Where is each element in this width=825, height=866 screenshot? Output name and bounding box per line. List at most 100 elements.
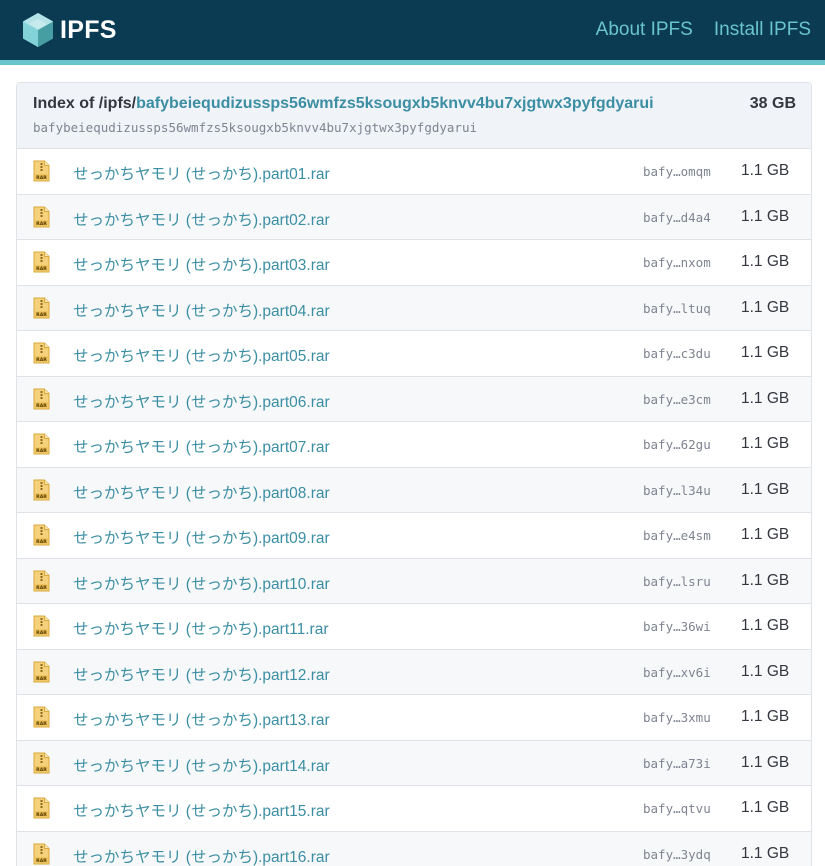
total-size: 38 GB [749, 95, 796, 112]
rar-file-icon: RAR [33, 797, 50, 819]
file-row: RAR せっかちヤモリ (せっかち).part03.rar bafy…nxom … [17, 240, 811, 286]
directory-listing: Index of /ipfs/bafybeiequdizussps56wmfzs… [16, 82, 812, 866]
file-cid-link[interactable]: bafy…e3cm [643, 392, 711, 407]
file-row: RAR せっかちヤモリ (せっかち).part07.rar bafy…62gu … [17, 422, 811, 468]
file-size: 1.1 GB [741, 799, 790, 816]
svg-text:RAR: RAR [36, 357, 47, 363]
file-cid-link[interactable]: bafy…nxom [643, 255, 711, 270]
file-name-link[interactable]: せっかちヤモリ (せっかち).part06.rar [73, 390, 330, 412]
file-cid-link[interactable]: bafy…3xmu [643, 710, 711, 725]
index-title: Index of /ipfs/bafybeiequdizussps56wmfzs… [33, 95, 654, 113]
rar-file-icon: RAR [33, 661, 50, 683]
file-name-link[interactable]: せっかちヤモリ (せっかち).part11.rar [73, 617, 329, 639]
file-cid-link[interactable]: bafy…lsru [643, 574, 711, 589]
file-size: 1.1 GB [741, 662, 790, 680]
top-bar: IPFS About IPFS Install IPFS [0, 0, 825, 60]
file-cid-link[interactable]: bafy…36wi [643, 619, 711, 634]
svg-text:RAR: RAR [36, 266, 47, 272]
rar-file-icon: RAR [33, 297, 50, 319]
svg-text:RAR: RAR [36, 493, 47, 499]
file-name-link[interactable]: せっかちヤモリ (せっかち).part03.rar [73, 253, 330, 275]
file-name-link[interactable]: せっかちヤモリ (せっかち).part01.rar [73, 162, 330, 184]
file-row: RAR せっかちヤモリ (せっかち).part15.rar bafy…qtvu … [17, 786, 811, 832]
file-cid-link[interactable]: bafy…l34u [643, 483, 711, 498]
file-name-link[interactable]: せっかちヤモリ (せっかち).part16.rar [73, 845, 330, 866]
file-size: 1.1 GB [741, 207, 790, 225]
file-size: 1.1 GB [741, 162, 790, 179]
ipfs-cube-icon [22, 12, 54, 48]
file-row: RAR せっかちヤモリ (せっかち).part09.rar bafy…e4sm … [17, 513, 811, 559]
nav-link-about-ipfs[interactable]: About IPFS [596, 19, 693, 41]
rar-file-icon: RAR [33, 615, 50, 637]
file-name-link[interactable]: せっかちヤモリ (せっかち).part10.rar [73, 572, 330, 594]
file-name-link[interactable]: せっかちヤモリ (せっかち).part08.rar [73, 481, 330, 503]
rar-file-icon: RAR [33, 388, 50, 410]
file-name-link[interactable]: せっかちヤモリ (せっかち).part09.rar [73, 526, 330, 548]
svg-text:RAR: RAR [36, 630, 47, 636]
file-cid-link[interactable]: bafy…qtvu [643, 801, 711, 816]
file-row: RAR せっかちヤモリ (せっかち).part10.rar bafy…lsru … [17, 558, 811, 604]
file-name-link[interactable]: せっかちヤモリ (せっかち).part13.rar [73, 708, 330, 730]
file-size: 1.1 GB [741, 389, 790, 407]
directory-cid-link[interactable]: bafybeiequdizussps56wmfzs5ksougxb5knvv4b… [136, 95, 654, 112]
rar-file-icon: RAR [33, 206, 50, 228]
file-size: 1.1 GB [741, 753, 790, 771]
svg-text:RAR: RAR [36, 675, 47, 681]
rar-file-icon: RAR [33, 706, 50, 728]
rar-file-icon: RAR [33, 524, 50, 546]
file-row: RAR せっかちヤモリ (せっかち).part16.rar bafy…3ydq … [17, 831, 811, 866]
index-prefix: Index of /ipfs/ [33, 95, 137, 112]
svg-text:RAR: RAR [36, 857, 47, 863]
svg-text:RAR: RAR [36, 539, 47, 545]
file-row: RAR せっかちヤモリ (せっかち).part12.rar bafy…xv6i … [17, 649, 811, 695]
top-bar-accent-stripe [0, 60, 825, 65]
file-cid-link[interactable]: bafy…c3du [643, 346, 711, 361]
file-row: RAR せっかちヤモリ (せっかち).part04.rar bafy…ltuq … [17, 285, 811, 331]
file-name-link[interactable]: せっかちヤモリ (せっかち).part15.rar [73, 799, 330, 821]
file-name-link[interactable]: せっかちヤモリ (せっかち).part07.rar [73, 435, 330, 457]
rar-file-icon: RAR [33, 843, 50, 865]
file-cid-link[interactable]: bafy…d4a4 [643, 210, 711, 225]
file-size: 1.1 GB [741, 480, 790, 498]
rar-file-icon: RAR [33, 251, 50, 273]
file-list: RAR せっかちヤモリ (せっかち).part01.rar bafy…omqm … [17, 149, 811, 866]
file-name-link[interactable]: せっかちヤモリ (せっかち).part14.rar [73, 754, 330, 776]
file-cid-link[interactable]: bafy…ltuq [643, 301, 711, 316]
rar-file-icon: RAR [33, 160, 50, 182]
svg-text:RAR: RAR [36, 766, 47, 772]
file-name-link[interactable]: せっかちヤモリ (せっかち).part05.rar [73, 344, 330, 366]
svg-text:RAR: RAR [36, 584, 47, 590]
rar-file-icon: RAR [33, 479, 50, 501]
file-row: RAR せっかちヤモリ (せっかち).part01.rar bafy…omqm … [17, 149, 811, 195]
file-row: RAR せっかちヤモリ (せっかち).part05.rar bafy…c3du … [17, 331, 811, 377]
file-name-link[interactable]: せっかちヤモリ (せっかち).part12.rar [73, 663, 330, 685]
file-size: 1.1 GB [741, 571, 790, 589]
directory-cid: bafybeiequdizussps56wmfzs5ksougxb5knvv4b… [33, 120, 478, 135]
ipfs-logo-link[interactable]: IPFS [22, 11, 117, 49]
svg-text:RAR: RAR [36, 721, 47, 727]
file-row: RAR せっかちヤモリ (せっかち).part08.rar bafy…l34u … [17, 467, 811, 513]
file-cid-link[interactable]: bafy…omqm [643, 164, 711, 179]
svg-text:RAR: RAR [36, 812, 47, 818]
file-row: RAR せっかちヤモリ (せっかち).part02.rar bafy…d4a4 … [17, 194, 811, 240]
file-row: RAR せっかちヤモリ (せっかち).part11.rar bafy…36wi … [17, 604, 811, 650]
file-size: 1.1 GB [741, 526, 790, 543]
rar-file-icon: RAR [33, 752, 50, 774]
svg-text:RAR: RAR [36, 311, 47, 317]
file-row: RAR せっかちヤモリ (せっかち).part13.rar bafy…3xmu … [17, 695, 811, 741]
file-size: 1.1 GB [741, 617, 790, 634]
file-cid-link[interactable]: bafy…62gu [643, 437, 711, 452]
nav-link-install-ipfs[interactable]: Install IPFS [714, 19, 811, 41]
svg-text:RAR: RAR [36, 402, 47, 408]
file-cid-link[interactable]: bafy…xv6i [643, 665, 711, 680]
file-name-link[interactable]: せっかちヤモリ (せっかち).part02.rar [73, 208, 330, 230]
svg-text:RAR: RAR [36, 448, 47, 454]
rar-file-icon: RAR [33, 570, 50, 592]
file-row: RAR せっかちヤモリ (せっかち).part06.rar bafy…e3cm … [17, 376, 811, 422]
listing-header: Index of /ipfs/bafybeiequdizussps56wmfzs… [17, 83, 811, 149]
rar-file-icon: RAR [33, 433, 50, 455]
file-name-link[interactable]: せっかちヤモリ (せっかち).part04.rar [73, 299, 330, 321]
file-cid-link[interactable]: bafy…3ydq [643, 847, 711, 862]
file-cid-link[interactable]: bafy…a73i [643, 756, 711, 771]
file-cid-link[interactable]: bafy…e4sm [643, 528, 711, 543]
